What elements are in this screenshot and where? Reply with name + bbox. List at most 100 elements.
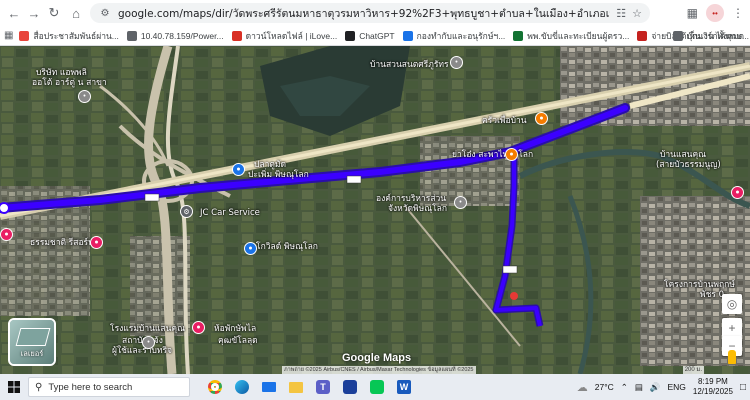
extensions-icon[interactable]: ▦ <box>687 6 698 20</box>
edge-app-icon[interactable] <box>231 376 253 398</box>
bookmark-favicon-icon <box>513 30 524 41</box>
bookmark-item[interactable]: ChatGPT <box>345 29 395 43</box>
folder-icon <box>672 30 683 41</box>
map-place-label[interactable]: ครัวเพื่อบ้าน <box>482 116 527 126</box>
bookmark-item[interactable]: พพ.ขับขี่และทะเบียนผู้ตรว... <box>513 29 629 43</box>
mail-app-icon[interactable] <box>258 376 280 398</box>
bookmarks-bar: ▦ สื่อประชาสัมพันธ์ผ่าน... 10.40.78.159/P… <box>0 26 750 46</box>
map-place-label[interactable]: ธรรมชาติ รีสอร์ท <box>30 238 94 248</box>
windows-taskbar: ⚲ Type here to search T W ☁ 27°C ⌃ ▤ 🔊 E… <box>0 374 750 400</box>
google-maps-logo: Google Maps <box>342 352 412 364</box>
weather-icon[interactable]: ☁ <box>577 381 588 394</box>
bookmark-item[interactable]: 10.40.78.159/Power... <box>126 29 224 43</box>
map-place-label[interactable]: คุฒขัโลลุด <box>218 336 258 346</box>
file-explorer-icon[interactable] <box>285 376 307 398</box>
map-place-label[interactable]: โครงการบ้านพฤกษ์ <box>664 280 735 290</box>
language-indicator[interactable]: ENG <box>667 382 685 392</box>
map-canvas[interactable]: บริษัท แอพพลิ ออโต้ อาร์ตู่ น สาขา บ้านสวน… <box>0 46 750 374</box>
apps-grid-icon[interactable]: ▦ <box>4 30 13 41</box>
hotel-pin[interactable]: ● <box>192 321 205 334</box>
place-pin[interactable]: • <box>450 56 463 69</box>
url-text: google.com/maps/dir/วัดพระศรีรัตนมหาธาตุ… <box>118 7 610 20</box>
taskbar-search[interactable]: ⚲ Type here to search <box>28 377 190 397</box>
map-attribution: ภาพถ่าย ©2025 Airbus/CNES / Airbus/Maxar… <box>282 366 476 374</box>
line-app-icon[interactable] <box>366 376 388 398</box>
teams-app-icon[interactable]: T <box>312 376 334 398</box>
place-pin[interactable]: • <box>78 90 91 103</box>
layers-icon <box>15 328 51 346</box>
notifications-icon[interactable]: □ <box>740 382 746 393</box>
layers-button[interactable]: เลเยอร์ <box>8 318 56 366</box>
shopping-pin[interactable]: ● <box>232 163 245 176</box>
bookmark-star-icon[interactable]: ☆ <box>632 7 642 20</box>
weather-temp[interactable]: 27°C <box>595 382 614 392</box>
map-place-label[interactable]: โรงแรมบ้านแสนคุณ <box>110 324 185 334</box>
address-bar[interactable]: ⚙ google.com/maps/dir/วัดพระศรีรัตนมหาธา… <box>90 3 650 23</box>
reload-icon[interactable]: ↻ <box>44 3 64 23</box>
word-app-icon[interactable]: W <box>393 376 415 398</box>
map-place-label[interactable]: JC Car Service <box>200 208 260 218</box>
site-info-icon[interactable]: ⚙ <box>98 6 112 20</box>
menu-icon[interactable]: ⋮ <box>732 6 744 20</box>
chrome-app-icon[interactable] <box>204 376 226 398</box>
service-pin[interactable]: ⚙ <box>180 205 193 218</box>
clock-date: 12/19/2025 <box>692 387 733 396</box>
map-place-label[interactable]: บริษัท แอพพลิ <box>36 68 87 78</box>
windows-start-button[interactable] <box>0 374 28 400</box>
profile-avatar[interactable]: •• <box>706 4 724 22</box>
back-icon[interactable]: ← <box>4 3 24 23</box>
hotel-pin[interactable]: ● <box>731 186 744 199</box>
map-place-label[interactable]: บ้านแสนคุณ <box>660 150 706 160</box>
map-place-label[interactable]: ออโต้ อาร์ตู่ น สาขา <box>32 78 107 88</box>
bookmark-item[interactable]: ดาวน์โหลดไฟล์ | iLove... <box>231 29 338 43</box>
bookmark-label: สื่อประชาสัมพันธ์ผ่าน... <box>33 30 119 41</box>
search-placeholder: Type here to search <box>48 381 133 393</box>
bookmark-label: ดาวน์โหลดไฟล์ | iLove... <box>245 30 338 41</box>
bookmark-favicon-icon <box>231 30 242 41</box>
my-location-button[interactable]: ◎ <box>722 294 742 314</box>
map-place-label[interactable]: ย่าโอ๋ง สะพาไพกาโลก <box>452 150 533 160</box>
pegman-icon[interactable] <box>728 350 736 364</box>
bookmark-favicon-icon <box>402 30 413 41</box>
hidden-icons-chevron-icon[interactable]: ⌃ <box>621 382 628 393</box>
bookmark-label: พพ.ขับขี่และทะเบียนผู้ตรว... <box>527 30 630 41</box>
hotel-pin[interactable]: ● <box>0 228 13 241</box>
clock[interactable]: 8:19 PM 12/19/2025 <box>693 377 733 397</box>
place-pin[interactable]: • <box>454 196 467 209</box>
map-place-label[interactable]: จังหวัดพิษณุโลก <box>388 204 447 214</box>
restaurant-pin[interactable]: ● <box>535 112 548 125</box>
bookmark-favicon-icon <box>345 30 356 41</box>
bookmark-label: กองทำกับและอนุรักษ์ฯ... <box>416 30 506 41</box>
translate-icon[interactable]: ☷ <box>616 7 626 20</box>
bookmark-item[interactable]: สื่อประชาสัมพันธ์ผ่าน... <box>19 29 119 43</box>
shopping-pin[interactable]: ● <box>244 242 257 255</box>
map-place-label[interactable]: ปะเพิ่ม พิษณุโลก <box>248 170 309 180</box>
map-place-label[interactable]: (สายบัวธรรมนูญ) <box>656 160 721 170</box>
all-bookmarks-folder[interactable]: บุ๊กมาร์กทั้งหมด <box>672 29 744 43</box>
bookmark-favicon-icon <box>637 30 648 41</box>
place-pin[interactable]: • <box>142 336 155 349</box>
network-icon[interactable]: ▤ <box>635 382 643 393</box>
map-place-label[interactable]: ปลาตูมัด <box>254 160 286 170</box>
restaurant-pin[interactable]: ● <box>505 148 518 161</box>
volume-icon[interactable]: 🔊 <box>650 382 661 393</box>
map-place-label[interactable]: ห้อพักษัพไล <box>214 324 256 334</box>
bookmark-label: ChatGPT <box>359 30 395 41</box>
map-place-label[interactable]: ผู้ใช้และราบทริจ <box>112 346 172 356</box>
map-place-label[interactable]: บ้านสวนสนตศรีภูรัทร <box>370 60 449 70</box>
forward-icon[interactable]: → <box>24 3 44 23</box>
windows-logo-icon <box>8 381 20 393</box>
bookmark-label: 10.40.78.159/Power... <box>140 30 224 41</box>
map-place-label[interactable]: พัชร 0 <box>700 290 724 300</box>
bookmark-item[interactable]: กองทำกับและอนุรักษ์ฯ... <box>402 29 506 43</box>
map-place-label[interactable]: โกวิลด์ พิษณุโลก <box>256 242 318 252</box>
hotel-pin[interactable]: ● <box>90 236 103 249</box>
system-tray: ☁ 27°C ⌃ ▤ 🔊 ENG 8:19 PM 12/19/2025 □ <box>577 374 746 400</box>
bookmark-favicon-icon <box>126 30 137 41</box>
wps-app-icon[interactable] <box>339 376 361 398</box>
map-place-label[interactable]: องค์การบริหารส่วน <box>376 194 446 204</box>
home-icon[interactable]: ⌂ <box>66 3 86 23</box>
scale-bar[interactable]: 200 ม. <box>682 366 704 374</box>
clock-time: 8:19 PM <box>698 377 728 386</box>
zoom-in-button[interactable]: + <box>722 318 742 338</box>
